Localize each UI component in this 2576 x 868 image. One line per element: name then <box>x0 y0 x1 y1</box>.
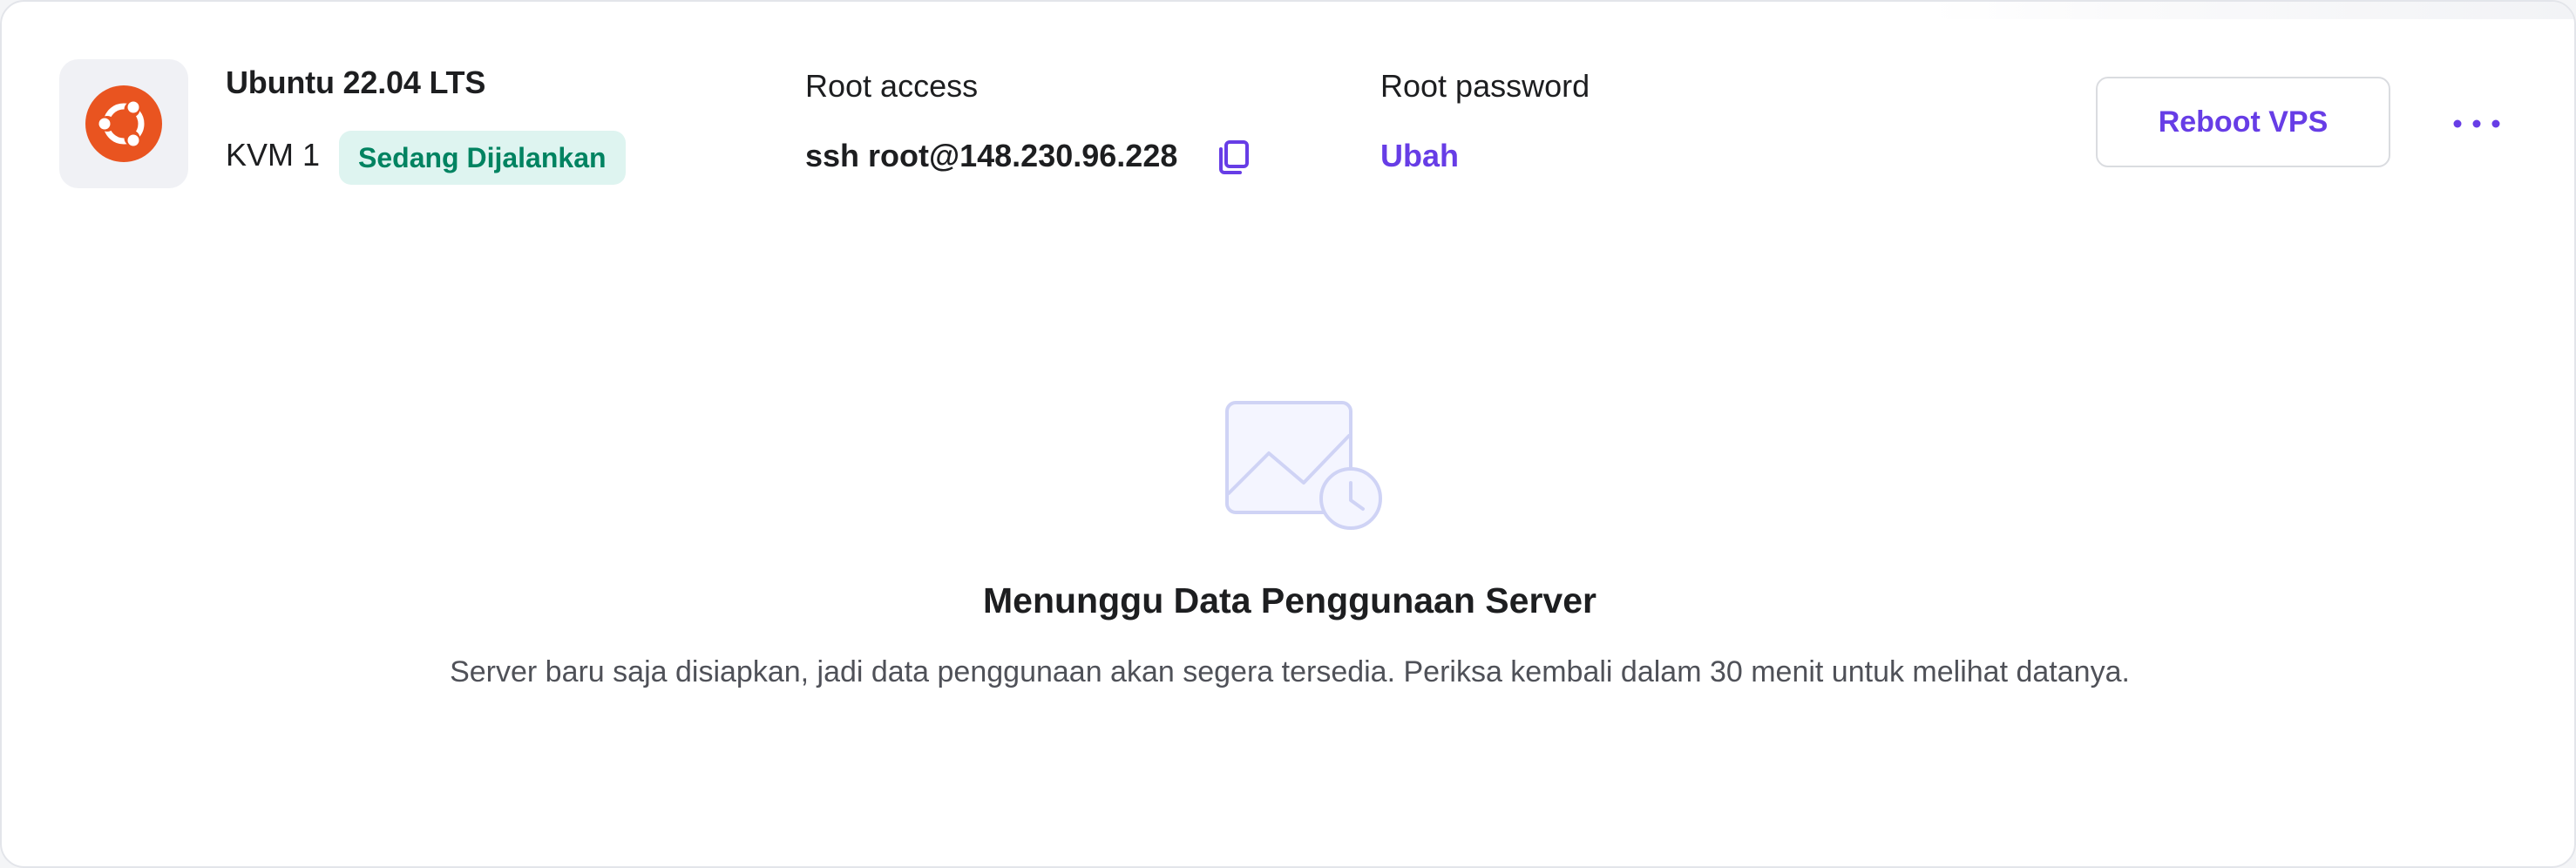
root-password-label: Root password <box>1380 68 1590 104</box>
chart-clock-icon <box>1224 399 1384 533</box>
card-shadow-edge <box>1929 2 2574 19</box>
more-options-icon[interactable] <box>2451 98 2503 150</box>
change-password-link[interactable]: Ubah <box>1380 138 1459 174</box>
ubuntu-logo-icon <box>85 85 162 162</box>
ssh-command: ssh root@148.230.96.228 <box>805 138 1178 173</box>
reboot-vps-button[interactable]: Reboot VPS <box>2096 77 2390 167</box>
empty-state-title: Menunggu Data Penggunaan Server <box>983 580 1596 620</box>
status-badge: Sedang Dijalankan <box>339 131 626 185</box>
copy-icon[interactable] <box>1216 139 1251 176</box>
plan-name: KVM 1 <box>226 137 321 173</box>
os-icon-tile <box>59 59 188 188</box>
empty-state-description: Server baru saja disiapkan, jadi data pe… <box>450 655 2130 688</box>
root-access-label: Root access <box>805 68 979 104</box>
os-name: Ubuntu 22.04 LTS <box>226 64 486 100</box>
vps-overview-card: Ubuntu 22.04 LTS KVM 1 Sedang Dijalankan… <box>0 0 2576 868</box>
